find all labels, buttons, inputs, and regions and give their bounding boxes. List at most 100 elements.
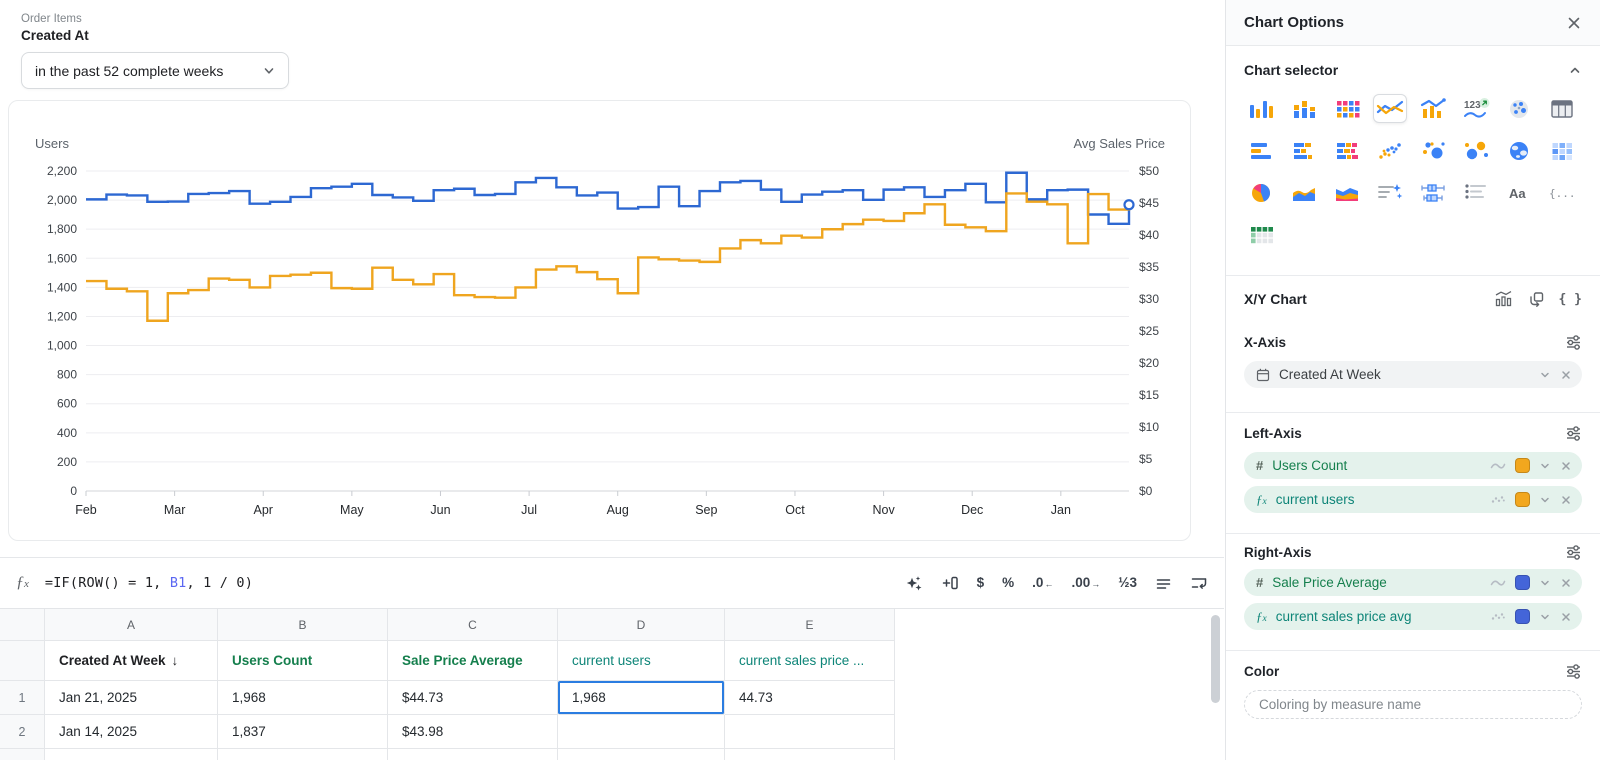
selected-cell[interactable]: 1,968 xyxy=(558,681,725,715)
table-cell[interactable]: $43.98 xyxy=(388,715,558,749)
table-cell[interactable]: 44.73 xyxy=(725,681,895,715)
chart-type-legend-list-icon[interactable] xyxy=(1459,178,1493,207)
chart-type-map-globe-icon[interactable] xyxy=(1502,136,1536,165)
table-cell[interactable]: 1,901 xyxy=(218,749,388,760)
corner-cell[interactable] xyxy=(0,609,45,641)
increase-decimal-icon[interactable]: .00→ xyxy=(1071,576,1100,590)
x-axis-settings-icon[interactable] xyxy=(1565,334,1582,351)
field-pill[interactable]: ƒx current users xyxy=(1244,486,1582,513)
table-cell[interactable]: $44.73 xyxy=(388,681,558,715)
chevron-down-icon[interactable] xyxy=(1539,494,1551,506)
left-axis-settings-icon[interactable] xyxy=(1565,425,1582,442)
field-pill[interactable]: # Users Count xyxy=(1244,452,1582,479)
chart-type-bubble-alt-icon[interactable] xyxy=(1459,136,1493,165)
right-axis-settings-icon[interactable] xyxy=(1565,544,1582,561)
row-number[interactable]: 1 xyxy=(0,681,45,715)
chart-type-heatmap-icon[interactable] xyxy=(1545,136,1579,165)
column-header[interactable]: Created At Week↓ xyxy=(45,641,218,681)
header-gutter[interactable] xyxy=(0,641,45,681)
chart-type-bubble-sphere-icon[interactable] xyxy=(1502,94,1536,123)
chart-type-big-number-icon[interactable]: 123 xyxy=(1459,94,1493,123)
row-number[interactable]: 2 xyxy=(0,715,45,749)
color-settings-icon[interactable] xyxy=(1565,663,1582,680)
chart-type-boxplot-icon[interactable] xyxy=(1416,178,1450,207)
remove-field-icon[interactable] xyxy=(1560,460,1572,472)
mini-chart-icon[interactable] xyxy=(1494,290,1513,308)
chart-type-bubble-icon[interactable] xyxy=(1416,136,1450,165)
chart-type-waffle-icon[interactable] xyxy=(1244,220,1278,249)
wrap-text-icon[interactable] xyxy=(1190,574,1208,592)
color-swatch[interactable] xyxy=(1515,575,1530,590)
column-letter-E[interactable]: E xyxy=(725,609,895,641)
table-cell[interactable]: $46.40 xyxy=(388,749,558,760)
ai-sparkle-icon[interactable] xyxy=(905,574,923,592)
column-header[interactable]: Users Count xyxy=(218,641,388,681)
formula-input[interactable]: =IF(ROW() = 1, B1, 1 / 0) xyxy=(45,575,253,591)
column-header[interactable]: current users xyxy=(558,641,725,681)
chevron-down-icon[interactable] xyxy=(1539,369,1551,381)
field-label: current sales price avg xyxy=(1276,609,1490,624)
remove-field-icon[interactable] xyxy=(1560,577,1572,589)
chart-type-horizontal-stacked-bar-icon[interactable] xyxy=(1287,136,1321,165)
chart-type-bar-chart-icon[interactable] xyxy=(1244,94,1278,123)
chart-type-stacked-area-icon[interactable] xyxy=(1330,178,1364,207)
chevron-up-icon[interactable] xyxy=(1568,63,1582,77)
remove-field-icon[interactable] xyxy=(1560,369,1572,381)
chart-type-scatter-icon[interactable] xyxy=(1373,136,1407,165)
column-letter-A[interactable]: A xyxy=(45,609,218,641)
chevron-down-icon[interactable] xyxy=(1539,611,1551,623)
chart-type-table-icon[interactable] xyxy=(1545,94,1579,123)
chart-type-area-icon[interactable] xyxy=(1287,178,1321,207)
currency-format-icon[interactable]: $ xyxy=(977,576,985,590)
row-number[interactable]: 3 xyxy=(0,749,45,760)
column-header[interactable]: current sales price ... xyxy=(725,641,895,681)
number-format-icon[interactable]: ½3 xyxy=(1118,576,1137,590)
chart-type-horizontal-stacked-bar-multi-icon[interactable] xyxy=(1330,136,1364,165)
table-cell[interactable] xyxy=(558,715,725,749)
svg-text:1,400: 1,400 xyxy=(47,280,77,294)
chart-type-pie-icon[interactable] xyxy=(1244,178,1278,207)
table-cell[interactable] xyxy=(725,715,895,749)
chart-type-horizontal-bar-icon[interactable] xyxy=(1244,136,1278,165)
xy-chart-label: X/Y Chart xyxy=(1244,291,1307,307)
table-cell[interactable] xyxy=(725,749,895,760)
chart-type-text-sparkle-icon[interactable] xyxy=(1373,178,1407,207)
field-pill[interactable]: Created At Week xyxy=(1244,361,1582,388)
column-header[interactable]: Sale Price Average xyxy=(388,641,558,681)
insert-field-icon[interactable] xyxy=(941,574,959,592)
decrease-decimal-icon[interactable]: .0← xyxy=(1032,576,1053,590)
chart-type-json-braces-icon[interactable]: {...} xyxy=(1545,178,1579,207)
color-swatch[interactable] xyxy=(1515,492,1530,507)
table-cell[interactable]: Jan 14, 2025 xyxy=(45,715,218,749)
chart-type-combo-chart-icon[interactable] xyxy=(1416,94,1450,123)
chart-type-stacked-bar-icon[interactable] xyxy=(1287,94,1321,123)
table-scrollbar[interactable] xyxy=(1211,615,1220,703)
close-icon[interactable] xyxy=(1566,15,1582,31)
remove-field-icon[interactable] xyxy=(1560,611,1572,623)
color-placeholder[interactable]: Coloring by measure name xyxy=(1244,690,1582,719)
field-pill[interactable]: ƒx current sales price avg xyxy=(1244,603,1582,630)
table-cell[interactable]: 1,968 xyxy=(218,681,388,715)
color-swatch[interactable] xyxy=(1515,458,1530,473)
align-text-icon[interactable] xyxy=(1155,575,1172,592)
table-cell[interactable]: Jan 21, 2025 xyxy=(45,681,218,715)
chart-type-grid-matrix-icon[interactable] xyxy=(1330,94,1364,123)
cell-reference: B1 xyxy=(170,575,187,591)
column-letter-B[interactable]: B xyxy=(218,609,388,641)
chevron-down-icon[interactable] xyxy=(1539,460,1551,472)
chart-type-line-chart-icon[interactable] xyxy=(1373,94,1407,123)
color-swatch[interactable] xyxy=(1515,609,1530,624)
date-filter-select[interactable]: in the past 52 complete weeks xyxy=(21,52,289,89)
chart-type-text-style-icon[interactable]: Aa xyxy=(1502,178,1536,207)
chevron-down-icon[interactable] xyxy=(1539,577,1551,589)
table-cell[interactable]: Jan 7, 2025 xyxy=(45,749,218,760)
table-cell[interactable]: 1,837 xyxy=(218,715,388,749)
column-letter-D[interactable]: D xyxy=(558,609,725,641)
field-pill[interactable]: # Sale Price Average xyxy=(1244,569,1582,596)
copy-icon[interactable] xyxy=(1527,290,1545,308)
percent-format-icon[interactable]: % xyxy=(1002,576,1014,590)
remove-field-icon[interactable] xyxy=(1560,494,1572,506)
column-letter-C[interactable]: C xyxy=(388,609,558,641)
braces-icon[interactable]: { } xyxy=(1559,292,1582,307)
table-cell[interactable] xyxy=(558,749,725,760)
